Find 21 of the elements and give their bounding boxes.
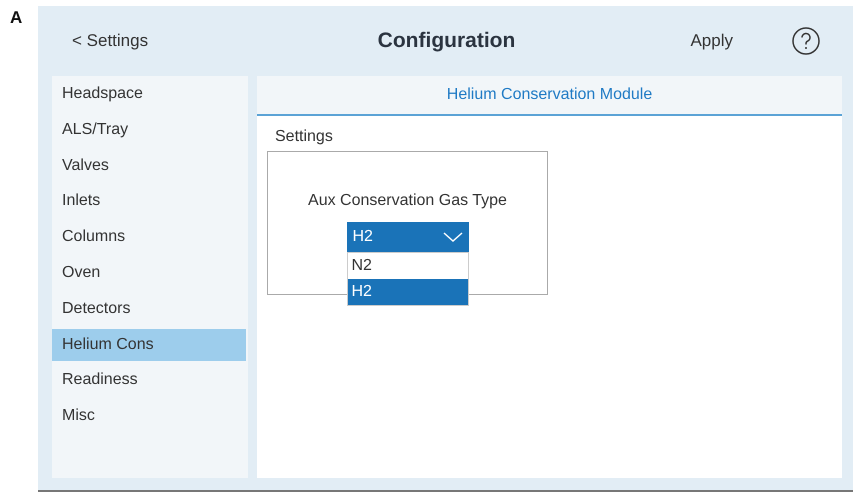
apply-button[interactable]: Apply: [690, 31, 733, 51]
sidebar-item[interactable]: Oven: [52, 256, 246, 289]
section-label: Settings: [274, 127, 334, 146]
chevron-icon: [442, 232, 462, 242]
back-link[interactable]: < Settings: [72, 31, 148, 51]
sidebar-item[interactable]: Headspace: [52, 78, 246, 110]
field-label: Aux Conservation Gas Type: [308, 192, 507, 210]
sidebar-item[interactable]: Misc: [52, 400, 246, 432]
figure-label: A: [9, 7, 24, 29]
sidebar-item[interactable]: Helium Cons: [52, 328, 246, 361]
gas-type-select[interactable]: H2: [346, 222, 468, 252]
sidebar-item[interactable]: Detectors: [52, 292, 246, 325]
sidebar-item[interactable]: Valves: [52, 150, 246, 182]
sidebar-item[interactable]: Inlets: [52, 185, 246, 218]
page-title: Configuration: [378, 29, 516, 53]
sidebar-item[interactable]: Columns: [52, 221, 246, 254]
sidebar-item[interactable]: Readiness: [52, 364, 246, 396]
dropdown-option[interactable]: H2: [348, 279, 468, 305]
panel-title: Helium Conservation Module: [257, 76, 842, 116]
help-icon[interactable]: [791, 26, 821, 56]
sidebar-item[interactable]: ALS/Tray: [52, 114, 246, 146]
